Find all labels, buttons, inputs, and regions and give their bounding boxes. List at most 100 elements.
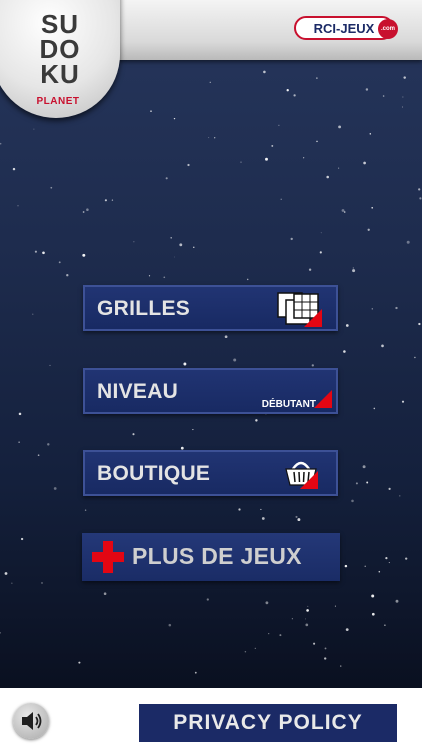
star: [163, 276, 166, 279]
star: [381, 344, 384, 348]
star: [313, 642, 316, 645]
star: [265, 601, 269, 605]
star: [388, 487, 391, 491]
star: [371, 206, 374, 209]
star: [362, 465, 366, 469]
star: [183, 362, 187, 366]
star: [280, 198, 282, 200]
sound-toggle-button[interactable]: [13, 703, 49, 739]
privacy-policy-button[interactable]: PRIVACY POLICY: [139, 704, 397, 742]
brand-name: RCI-JEUX: [313, 20, 375, 36]
star: [418, 322, 421, 326]
star: [49, 364, 51, 366]
star: [297, 518, 301, 522]
brand-badge: .com: [378, 19, 398, 39]
logo-subtitle: PLANET: [36, 96, 80, 107]
star: [58, 261, 61, 264]
star: [86, 208, 89, 211]
star: [193, 246, 195, 248]
star: [133, 241, 135, 243]
level-value: DÉBUTANT: [261, 399, 316, 410]
star: [343, 211, 346, 213]
star: [405, 557, 408, 560]
star: [334, 605, 336, 607]
star: [382, 95, 385, 97]
star: [316, 77, 318, 79]
star: [240, 161, 242, 163]
star: [369, 133, 372, 135]
star: [344, 564, 348, 568]
more-games-button[interactable]: PLUS DE JEUX: [82, 533, 340, 581]
star: [320, 232, 322, 234]
star: [303, 157, 305, 159]
shop-label: BOUTIQUE: [97, 462, 211, 485]
star: [401, 400, 405, 403]
star: [170, 237, 172, 239]
star: [388, 562, 390, 564]
star: [33, 128, 35, 130]
star: [403, 76, 406, 79]
sudoku-grids-icon: [277, 292, 322, 327]
star: [254, 647, 256, 650]
grids-button[interactable]: GRILLES: [83, 285, 338, 331]
star: [341, 209, 345, 212]
star: [111, 199, 114, 201]
star: [352, 269, 356, 273]
logo-line-3: KU: [40, 59, 80, 89]
star: [384, 624, 386, 627]
star: [104, 199, 107, 202]
star: [366, 481, 369, 484]
star: [326, 175, 329, 179]
star: [286, 89, 289, 92]
star: [208, 137, 210, 139]
level-button[interactable]: NIVEAU DÉBUTANT: [83, 368, 338, 414]
star: [414, 356, 416, 359]
star: [406, 240, 410, 244]
star: [373, 407, 376, 410]
star: [311, 364, 314, 367]
star: [278, 124, 280, 126]
star: [365, 88, 369, 91]
star: [293, 94, 296, 97]
star: [150, 110, 152, 112]
star: [82, 253, 86, 257]
star: [371, 308, 373, 310]
star: [224, 335, 228, 339]
star: [308, 268, 312, 271]
more-games-label: PLUS DE JEUX: [132, 543, 302, 569]
star: [291, 618, 293, 620]
level-label: NIVEAU: [97, 380, 179, 403]
star: [261, 517, 265, 520]
plus-icon: [92, 541, 124, 573]
star: [148, 275, 151, 277]
star: [233, 358, 237, 362]
star: [324, 657, 327, 660]
star: [0, 142, 2, 145]
star: [244, 650, 247, 653]
rci-jeux-logo[interactable]: RCI-JEUX .com: [294, 16, 398, 40]
star: [265, 157, 268, 161]
star: [401, 106, 404, 108]
star: [42, 251, 45, 255]
star: [371, 594, 375, 598]
star: [173, 117, 176, 120]
star: [174, 256, 175, 258]
star: [260, 508, 262, 510]
star: [187, 163, 190, 167]
star: [47, 443, 50, 446]
star: [395, 306, 398, 310]
star: [402, 96, 404, 98]
star: [0, 632, 1, 634]
star: [209, 81, 211, 83]
star: [279, 634, 282, 637]
star: [4, 572, 8, 575]
star: [206, 598, 209, 601]
star: [355, 482, 358, 485]
star: [385, 557, 388, 560]
shopping-basket-icon: [285, 461, 318, 489]
star: [263, 70, 266, 74]
star: [103, 592, 107, 595]
star: [12, 167, 16, 171]
shop-button[interactable]: BOUTIQUE: [83, 450, 338, 496]
star: [11, 582, 13, 584]
